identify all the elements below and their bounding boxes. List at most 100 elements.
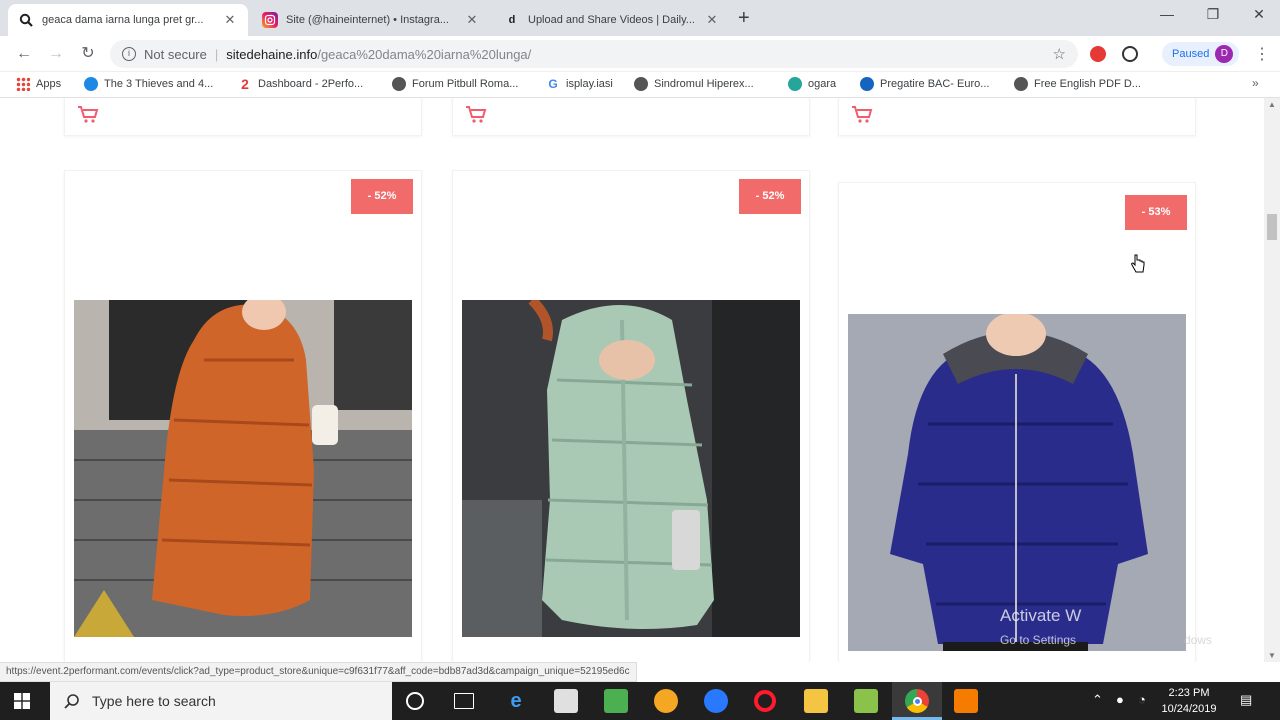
2performant-icon: 2 <box>241 76 249 92</box>
store-icon[interactable] <box>554 689 578 713</box>
menu-icon[interactable]: ⋮ <box>1254 44 1270 64</box>
bookmark-item[interactable]: 2 Dashboard - 2Perfo... <box>238 76 364 92</box>
minimize-button[interactable]: — <box>1144 6 1190 22</box>
product-image[interactable] <box>848 314 1186 651</box>
bookmark-item[interactable]: Sindromul Hiperex... <box>634 77 754 91</box>
tab-title: geaca dama iarna lunga pret gr... <box>42 14 204 26</box>
cart-icon[interactable] <box>851 105 873 123</box>
bookmark-label: ogara <box>808 78 837 90</box>
globe-icon <box>634 77 648 91</box>
address-bar[interactable]: i Not secure | sitedehaine.info /geaca%2… <box>110 40 1078 68</box>
tab-title: Upload and Share Videos | Daily... <box>528 14 695 26</box>
product-card[interactable]: - 52% <box>64 170 422 662</box>
close-tab-icon[interactable]: ✕ <box>222 12 238 28</box>
globe-icon <box>788 77 802 91</box>
bookmark-label: Forum Pitbull Roma... <box>412 78 519 90</box>
close-tab-icon[interactable]: ✕ <box>464 12 480 28</box>
discount-badge: - 53% <box>1125 195 1187 230</box>
maximize-button[interactable]: ❐ <box>1190 6 1236 23</box>
pinterest-extension-icon[interactable] <box>1090 46 1106 62</box>
app-icon[interactable] <box>954 689 978 713</box>
bookmark-item[interactable]: Free English PDF D... <box>1014 77 1141 91</box>
microphone-icon[interactable]: ● <box>1116 692 1124 707</box>
product-card[interactable]: - 52% <box>452 170 810 662</box>
tab-search[interactable]: geaca dama iarna lunga pret gr... ✕ <box>8 4 248 36</box>
bookmark-apps[interactable]: Apps <box>16 77 61 91</box>
bookmarks-overflow-icon[interactable]: » <box>1252 76 1259 90</box>
edge-icon[interactable]: e <box>504 689 528 713</box>
globe-icon <box>860 77 874 91</box>
product-card <box>452 98 810 136</box>
notifications-icon[interactable]: ▤ <box>1240 692 1252 708</box>
globe-icon <box>1014 77 1028 91</box>
forward-arrow-icon[interactable]: → <box>46 44 66 64</box>
scroll-up-arrow-icon[interactable]: ▲ <box>1268 100 1276 109</box>
cart-icon[interactable] <box>465 105 487 123</box>
divider: | <box>214 46 219 62</box>
app-icon[interactable] <box>654 689 678 713</box>
chrome-icon[interactable] <box>905 689 929 713</box>
scroll-down-arrow-icon[interactable]: ▼ <box>1268 651 1276 660</box>
bookmark-label: isplay.iasi <box>566 78 613 90</box>
bookmark-item[interactable]: Pregatire BAC- Euro... <box>860 77 989 91</box>
windows-taskbar: Type here to search e ⌃ ● ◔ 2:23 PM 10/2… <box>0 682 1280 720</box>
close-tab-icon[interactable]: ✕ <box>704 12 720 28</box>
product-card <box>64 98 422 136</box>
bookmark-label: Free English PDF D... <box>1034 78 1141 90</box>
app-icon[interactable] <box>704 689 728 713</box>
bookmark-item[interactable]: Forum Pitbull Roma... <box>392 77 518 91</box>
bookmark-label: Apps <box>36 78 62 90</box>
close-window-button[interactable]: ✕ <box>1236 6 1280 23</box>
tray-overflow-icon[interactable]: ⌃ <box>1092 692 1103 708</box>
back-arrow-icon[interactable]: ← <box>14 44 34 64</box>
url-path: /geaca%20dama%20iarna%20lunga/ <box>317 46 532 62</box>
bookmark-label: Dashboard - 2Perfo... <box>258 78 364 90</box>
file-explorer-icon[interactable] <box>804 689 828 713</box>
info-icon[interactable]: i <box>122 47 136 61</box>
product-image[interactable] <box>462 300 800 637</box>
system-clock[interactable]: 2:23 PM 10/24/2019 <box>1158 685 1220 717</box>
taskbar-search-box[interactable]: Type here to search <box>50 682 392 720</box>
discount-badge: - 52% <box>739 179 801 214</box>
notepad-icon[interactable] <box>854 689 878 713</box>
security-label: Not secure <box>144 46 207 62</box>
globe-icon <box>84 77 98 91</box>
cart-icon[interactable] <box>77 105 99 123</box>
bookmark-item[interactable]: The 3 Thieves and 4... <box>84 77 213 91</box>
bookmark-star-icon[interactable]: ☆ <box>1053 45 1066 63</box>
tab-dailymotion[interactable]: d Upload and Share Videos | Daily... ✕ <box>494 4 730 36</box>
search-placeholder: Type here to search <box>92 693 216 709</box>
windows-start-icon[interactable] <box>14 693 30 709</box>
activation-watermark-tail: dows <box>1184 633 1213 647</box>
network-icon[interactable]: ◔ <box>1138 692 1146 707</box>
page-viewport: - 52% - 52% - 53% Activate W Go to Setti… <box>0 98 1264 662</box>
hand-cursor-icon <box>1131 254 1145 273</box>
vertical-scrollbar[interactable]: ▲ ▼ <box>1264 98 1280 662</box>
globe-icon <box>392 77 406 91</box>
reload-icon[interactable]: ↻ <box>78 44 98 64</box>
bookmark-item[interactable]: ogara <box>788 77 836 91</box>
scrollbar-thumb[interactable] <box>1267 214 1277 240</box>
clock-date: 10/24/2019 <box>1161 703 1217 715</box>
bookmark-label: The 3 Thieves and 4... <box>104 78 214 90</box>
profile-status: Paused <box>1172 48 1210 60</box>
dailymotion-icon: d <box>508 14 516 26</box>
new-tab-button[interactable]: + <box>738 8 750 28</box>
tab-instagram[interactable]: Site (@haineinternet) • Instagra... ✕ <box>252 4 490 36</box>
profile-button[interactable]: Paused D <box>1162 42 1240 66</box>
clock-time: 2:23 PM <box>1168 687 1210 699</box>
task-view-icon[interactable] <box>454 693 474 709</box>
product-image[interactable] <box>74 300 412 637</box>
opera-icon[interactable] <box>754 690 776 712</box>
search-icon <box>64 694 79 709</box>
cortana-icon[interactable] <box>406 692 424 710</box>
browser-toolbar: ← → ↻ i Not secure | sitedehaine.info /g… <box>0 36 1280 72</box>
extension-icon[interactable] <box>1122 46 1138 62</box>
spreadsheet-app-icon[interactable] <box>604 689 628 713</box>
bookmark-item[interactable]: G isplay.iasi <box>546 77 613 91</box>
link-status-bar: https://event.2performant.com/events/cli… <box>0 662 637 682</box>
bookmarks-bar: Apps The 3 Thieves and 4... 2 Dashboard … <box>0 72 1280 98</box>
avatar: D <box>1215 45 1234 63</box>
instagram-icon <box>262 12 278 28</box>
discount-badge: - 52% <box>351 179 413 214</box>
